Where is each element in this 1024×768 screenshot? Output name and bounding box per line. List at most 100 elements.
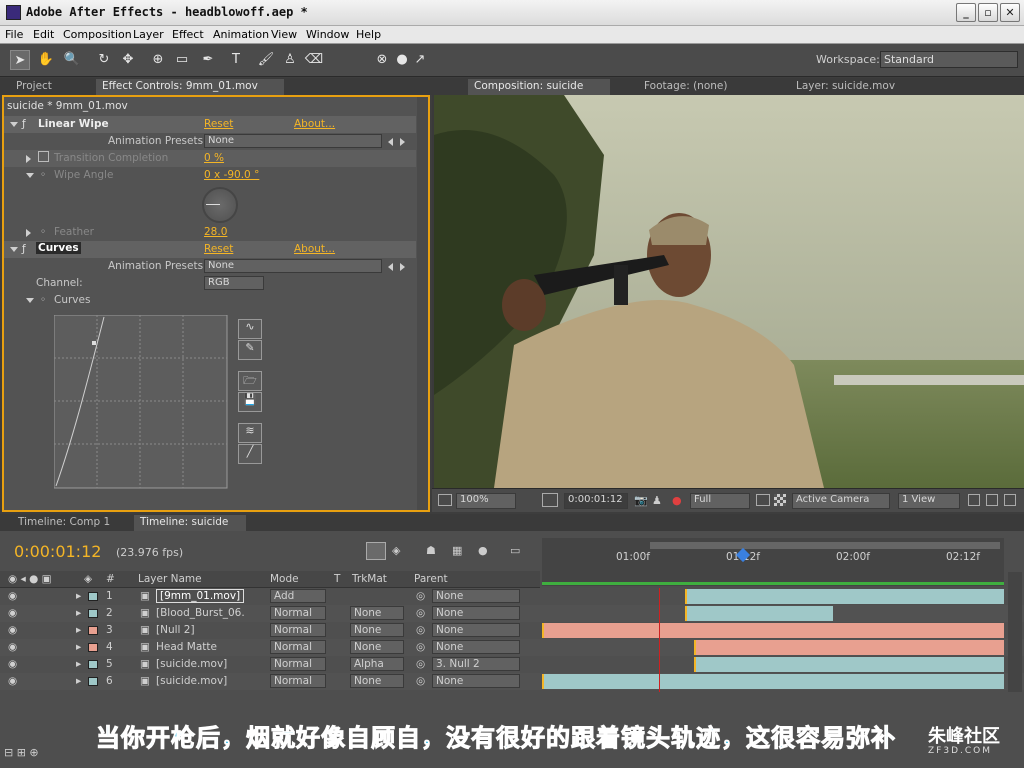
tab-timeline-suicide[interactable]: Timeline: suicide [134, 515, 246, 531]
pencil-icon[interactable]: ✎ [238, 340, 262, 360]
col-layer-name[interactable]: Layer Name [138, 573, 202, 585]
expand-icon[interactable] [10, 122, 18, 127]
mode-select[interactable]: Normal [270, 657, 326, 671]
layer-row[interactable]: ◉ ▸ 5 ▣ [suicide.mov] Normal Alpha ◎ 3. Null 2 [0, 656, 1024, 673]
curve-point[interactable] [92, 341, 96, 345]
pickwhip-icon[interactable]: ◎ [416, 607, 425, 619]
curves-about[interactable]: About... [294, 243, 335, 255]
motion-blur-icon[interactable]: ● [478, 544, 488, 557]
linear-wipe-about[interactable]: About... [294, 118, 335, 130]
layer-name[interactable]: [suicide.mov] [156, 675, 227, 687]
layer-duration-bar[interactable] [542, 623, 1004, 638]
menu-view[interactable]: View [271, 28, 297, 41]
work-area-bar[interactable] [650, 542, 1000, 549]
trkmat-select[interactable]: None [350, 606, 404, 620]
graph-editor-icon[interactable]: ▭ [510, 544, 520, 557]
menu-window[interactable]: Window [306, 28, 349, 41]
frame-blending-icon[interactable]: ▦ [452, 544, 462, 557]
reset-exposure-icon[interactable] [1004, 494, 1016, 506]
timeline-current-time[interactable]: 0:00:01:12 [14, 542, 101, 561]
flowchart-icon[interactable] [986, 494, 998, 506]
layer-row[interactable]: ◉ ▸ 3 ▣ [Null 2] Normal None ◎ None [0, 622, 1024, 639]
stopwatch-icon[interactable]: ◦ [40, 169, 46, 181]
fx-icon[interactable]: ƒ [22, 118, 26, 130]
save-icon[interactable]: 💾 [238, 392, 262, 412]
layer-name[interactable]: [Blood_Burst_06. [156, 607, 245, 619]
label-color-swatch[interactable] [88, 660, 98, 669]
visibility-icon[interactable]: ◉ [8, 590, 17, 602]
expand-icon[interactable] [26, 155, 31, 163]
layer-duration-bar[interactable] [685, 606, 834, 621]
parent-select[interactable]: None [432, 606, 520, 620]
trkmat-select[interactable]: None [350, 640, 404, 654]
label-color-swatch[interactable] [88, 677, 98, 686]
parent-select[interactable]: None [432, 623, 520, 637]
time-ruler[interactable]: 01:00f 01:12f 02:00f 02:12f [542, 538, 1004, 586]
tab-footage[interactable]: Footage: (none) [638, 79, 733, 95]
layer-row[interactable]: ◉ ▸ 6 ▣ [suicide.mov] Normal None ◎ None [0, 673, 1024, 690]
label-color-swatch[interactable] [88, 592, 98, 601]
menu-edit[interactable]: Edit [33, 28, 54, 41]
show-snapshot-icon[interactable]: ♟ [652, 494, 662, 507]
curves-graph[interactable] [54, 315, 229, 490]
stopwatch-icon[interactable]: ◦ [40, 226, 46, 238]
region-of-interest-icon[interactable] [542, 493, 558, 507]
mode-select[interactable]: Add [270, 589, 326, 603]
maximize-button[interactable]: ▫ [978, 3, 998, 22]
axis-view-icon[interactable]: ↗ [410, 50, 430, 70]
selection-tool-icon[interactable]: ➤ [10, 50, 30, 70]
next-preset-icon[interactable] [400, 263, 405, 271]
expand-icon[interactable]: ▸ [76, 658, 81, 670]
prev-preset-icon[interactable] [388, 263, 393, 271]
current-time-display[interactable]: 0:00:01:12 [564, 493, 628, 509]
views-select[interactable]: 1 View [898, 493, 960, 509]
mode-select[interactable]: Normal [270, 674, 326, 688]
visibility-icon[interactable]: ◉ [8, 675, 17, 687]
stopwatch-icon[interactable]: ◦ [40, 294, 46, 306]
layer-name[interactable]: [Null 2] [156, 624, 195, 636]
expand-icon[interactable] [26, 298, 34, 303]
workspace-select[interactable]: Standard [880, 51, 1018, 68]
brush-tool-icon[interactable]: 🖌 [256, 50, 276, 70]
axis-local-icon[interactable]: ⊗ [372, 50, 392, 70]
pickwhip-icon[interactable]: ◎ [416, 675, 425, 687]
live-update-icon[interactable] [366, 542, 386, 560]
resolution-select[interactable]: Full [690, 493, 750, 509]
clone-stamp-tool-icon[interactable]: ♙ [280, 50, 300, 70]
expand-icon[interactable]: ▸ [76, 590, 81, 602]
label-color-swatch[interactable] [88, 643, 98, 652]
layer-row[interactable]: ◉ ▸ 1 ▣ [9mm_01.mov] Add ◎ None [0, 588, 1024, 605]
fx-icon[interactable]: ƒ [22, 243, 26, 255]
pan-behind-tool-icon[interactable]: ⊕ [148, 50, 168, 70]
feather-value[interactable]: 28.0 [204, 226, 227, 238]
close-button[interactable]: ✕ [1000, 3, 1020, 22]
menu-animation[interactable]: Animation [213, 28, 269, 41]
layer-duration-bar[interactable] [694, 640, 1004, 655]
layer-duration-bar[interactable] [542, 674, 1004, 689]
expand-icon[interactable] [26, 173, 34, 178]
pickwhip-icon[interactable]: ◎ [416, 624, 425, 636]
menu-file[interactable]: File [5, 28, 23, 41]
tab-layer[interactable]: Layer: suicide.mov [790, 79, 901, 95]
axis-world-icon[interactable]: ● [392, 50, 412, 70]
transition-completion-value[interactable]: 0 % [204, 152, 224, 164]
trkmat-select[interactable]: None [350, 674, 404, 688]
label-color-swatch[interactable] [88, 626, 98, 635]
video-frame[interactable] [434, 95, 1024, 488]
visibility-icon[interactable]: ◉ [8, 607, 17, 619]
tab-project[interactable]: Project [10, 79, 58, 95]
wipe-angle-value[interactable]: 0 x -90.0 ° [204, 169, 259, 181]
pickwhip-icon[interactable]: ◎ [416, 641, 425, 653]
toggle-switches-icon[interactable]: ⊟ ⊞ ⊕ [4, 746, 39, 759]
rotate-tool-icon[interactable]: ↻ [94, 50, 114, 70]
rectangle-mask-tool-icon[interactable]: ▭ [172, 50, 192, 70]
snapshot-icon[interactable]: 📷 [634, 494, 648, 507]
trkmat-select[interactable]: None [350, 623, 404, 637]
open-folder-icon[interactable]: 🗁 [238, 371, 262, 391]
visibility-icon[interactable]: ◉ [8, 641, 17, 653]
parent-select[interactable]: None [432, 674, 520, 688]
hand-tool-icon[interactable]: ✋ [36, 50, 56, 70]
menu-layer[interactable]: Layer [133, 28, 164, 41]
menu-effect[interactable]: Effect [172, 28, 204, 41]
expand-icon[interactable] [10, 247, 18, 252]
